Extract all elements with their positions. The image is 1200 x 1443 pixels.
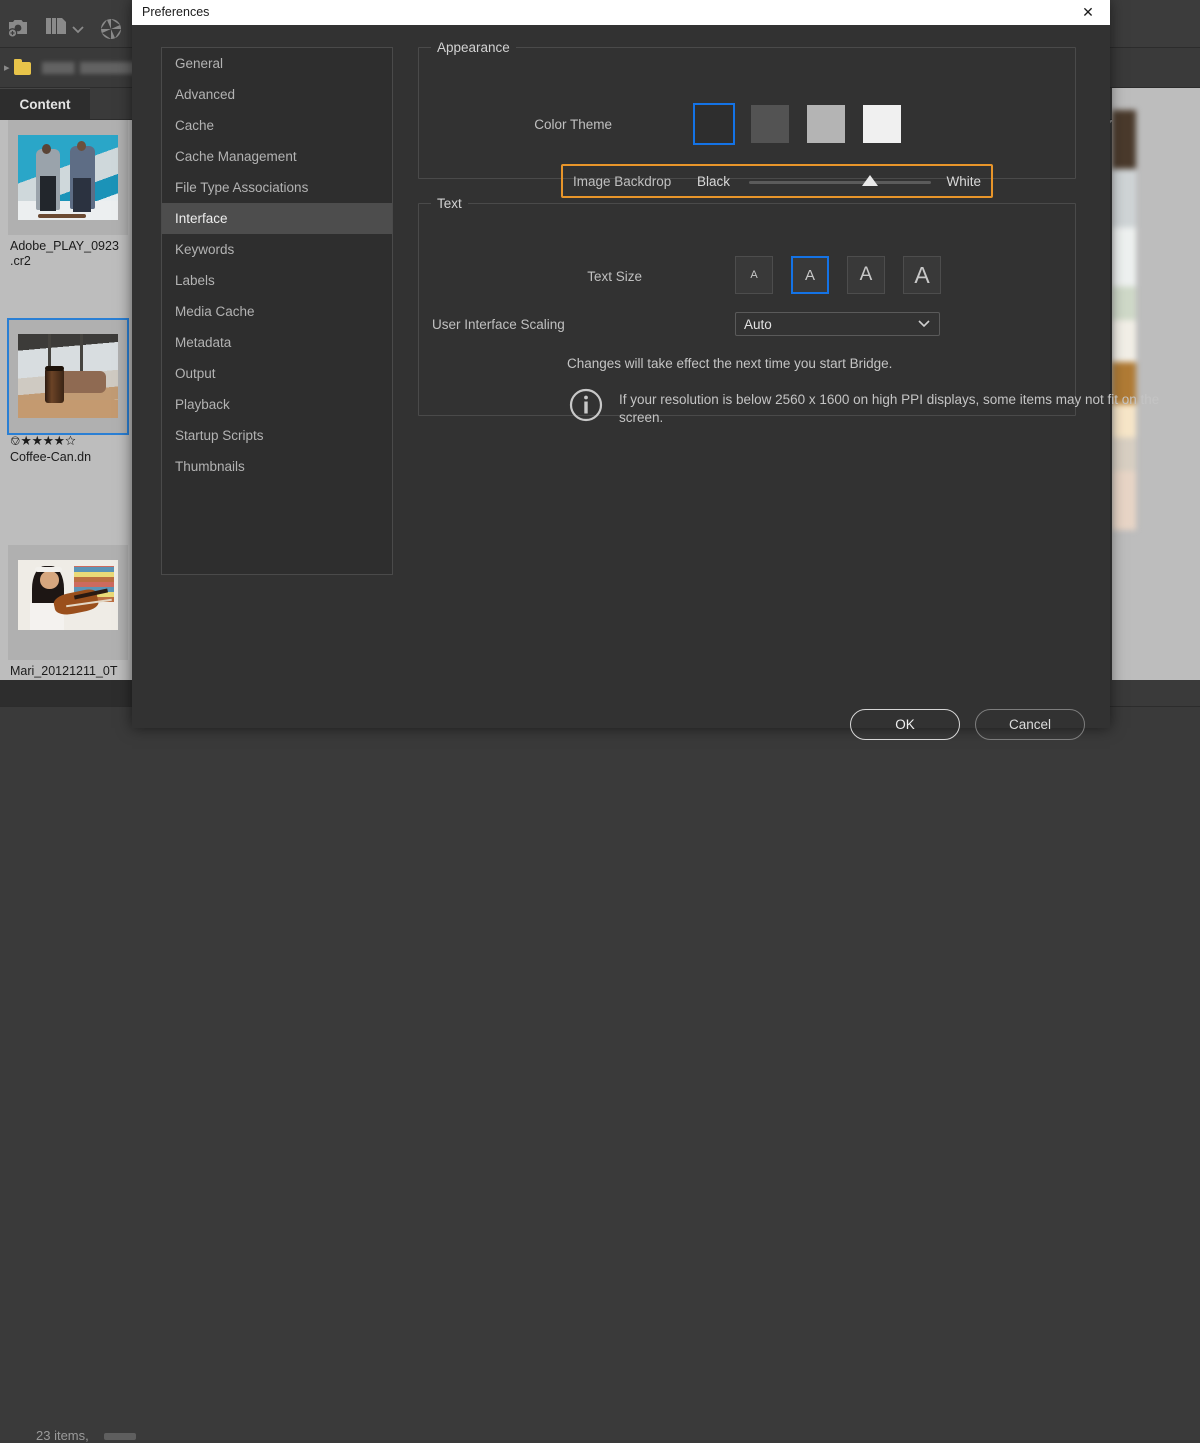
sidebar-item-general[interactable]: General [162, 48, 392, 79]
sidebar-item-label: Metadata [175, 335, 231, 350]
ok-button[interactable]: OK [850, 709, 960, 740]
info-note-text: If your resolution is below 2560 x 1600 … [619, 391, 1164, 427]
thumbnail-caption: Mari_20121211_0T [0, 660, 136, 679]
sidebar-item-cache[interactable]: Cache [162, 110, 392, 141]
camera-add-icon[interactable] [6, 18, 30, 38]
image-backdrop-min-label: Black [697, 174, 730, 189]
text-size-button-large[interactable]: A [847, 256, 885, 294]
breadcrumb-expand-icon[interactable]: ▸ [4, 61, 10, 74]
item-count-label: 23 items, [36, 1428, 89, 1443]
sidebar-item-label: Playback [175, 397, 230, 412]
sidebar-item-output[interactable]: Output [162, 358, 392, 389]
color-theme-swatch-light[interactable] [807, 105, 845, 143]
cancel-button[interactable]: Cancel [975, 709, 1085, 740]
sidebar-item-metadata[interactable]: Metadata [162, 327, 392, 358]
sidebar-item-labels[interactable]: Labels [162, 265, 392, 296]
close-icon[interactable]: ✕ [1066, 0, 1110, 25]
folder-icon [14, 62, 31, 75]
sidebar-item-label: Cache Management [175, 149, 297, 164]
thumbnail-size-slider[interactable] [104, 1433, 136, 1440]
sidebar-item-cache-management[interactable]: Cache Management [162, 141, 392, 172]
preview-image [1112, 110, 1136, 530]
sidebar-item-advanced[interactable]: Advanced [162, 79, 392, 110]
text-group-legend: Text [431, 196, 468, 211]
color-theme-swatch-lightest[interactable] [863, 105, 901, 143]
list-item-selected[interactable]: ⎊★★★★☆ Coffee-Can.dn [0, 320, 136, 465]
content-thumbnail-panel[interactable]: Adobe_PLAY_0923.cr2 ⎊★★★★☆ Coffee-Can.dn [0, 120, 136, 680]
dialog-title: Preferences [142, 5, 209, 19]
color-theme-swatch-dark[interactable] [751, 105, 789, 143]
text-size-glyph: A [914, 262, 929, 289]
ui-scaling-label: User Interface Scaling [432, 317, 722, 332]
dialog-titlebar: Preferences ✕ [132, 0, 1110, 25]
thumbnail-box-selected[interactable] [9, 320, 127, 433]
text-size-button-extra-large[interactable]: A [903, 256, 941, 294]
text-size-button-small[interactable]: A [735, 256, 773, 294]
text-size-button-medium[interactable]: A [791, 256, 829, 294]
preferences-category-list[interactable]: General Advanced Cache Cache Management … [161, 47, 393, 575]
tab-content-label: Content [20, 97, 71, 112]
rating-stars[interactable]: ⎊★★★★☆ [0, 433, 136, 449]
changes-note-text: Changes will take effect the next time y… [567, 356, 892, 371]
stack-icon[interactable] [46, 18, 66, 38]
sidebar-item-label: Advanced [175, 87, 235, 102]
text-size-glyph: A [750, 269, 757, 281]
sidebar-item-keywords[interactable]: Keywords [162, 234, 392, 265]
sidebar-item-label: Labels [175, 273, 215, 288]
sidebar-item-label: Thumbnails [175, 459, 245, 474]
text-size-glyph: A [860, 264, 873, 286]
sidebar-item-label: Keywords [175, 242, 234, 257]
image-backdrop-max-label: White [946, 174, 981, 189]
image-backdrop-row-highlight: Image Backdrop Black White [561, 164, 993, 198]
preferences-dialog: Preferences ✕ General Advanced Cache Cac… [132, 0, 1110, 728]
sidebar-item-label: Cache [175, 118, 214, 133]
sidebar-item-label: Interface [175, 211, 228, 226]
sidebar-item-interface[interactable]: Interface [162, 203, 392, 234]
ui-scaling-select[interactable]: Auto [735, 312, 940, 336]
thumbnail-caption: Adobe_PLAY_0923.cr2 [0, 235, 136, 269]
appearance-group: Appearance [418, 47, 1076, 179]
thumbnail-caption: Coffee-Can.dn [0, 449, 136, 465]
thumbnail-image [18, 560, 118, 630]
text-size-glyph: A [805, 267, 815, 284]
text-group: Text [418, 203, 1076, 416]
thumbnail-box[interactable] [8, 545, 128, 660]
sidebar-item-playback[interactable]: Playback [162, 389, 392, 420]
list-item[interactable]: Adobe_PLAY_0923.cr2 [0, 120, 136, 269]
thumbnail-box[interactable] [8, 120, 128, 235]
sidebar-item-label: Startup Scripts [175, 428, 264, 443]
sidebar-item-label: General [175, 56, 223, 71]
list-item[interactable]: Mari_20121211_0T [0, 545, 136, 679]
image-backdrop-slider-track[interactable] [749, 181, 931, 184]
sidebar-item-media-cache[interactable]: Media Cache [162, 296, 392, 327]
dialog-body: General Advanced Cache Cache Management … [132, 25, 1110, 728]
color-theme-label: Color Theme [492, 117, 612, 132]
ui-scaling-value: Auto [744, 317, 772, 332]
info-icon [569, 388, 603, 422]
preview-panel [1112, 88, 1200, 680]
sidebar-item-startup-scripts[interactable]: Startup Scripts [162, 420, 392, 451]
sidebar-item-label: Media Cache [175, 304, 255, 319]
thumbnail-image [18, 135, 118, 220]
content-panel-footer [0, 680, 136, 706]
thumbnail-image [18, 334, 118, 418]
text-size-label: Text Size [522, 269, 642, 284]
image-backdrop-slider-thumb[interactable] [862, 175, 878, 186]
sidebar-item-file-type-associations[interactable]: File Type Associations [162, 172, 392, 203]
tab-content[interactable]: Content [0, 88, 90, 120]
image-backdrop-label: Image Backdrop [573, 174, 671, 189]
sidebar-item-label: File Type Associations [175, 180, 308, 195]
shutter-icon[interactable] [100, 18, 122, 40]
sidebar-item-thumbnails[interactable]: Thumbnails [162, 451, 392, 482]
sidebar-item-label: Output [175, 366, 216, 381]
breadcrumb-path-text [42, 62, 137, 74]
color-theme-swatch-darkest[interactable] [695, 105, 733, 143]
appearance-group-legend: Appearance [431, 40, 516, 55]
chevron-down-icon[interactable] [72, 26, 84, 34]
chevron-down-icon [918, 320, 930, 328]
